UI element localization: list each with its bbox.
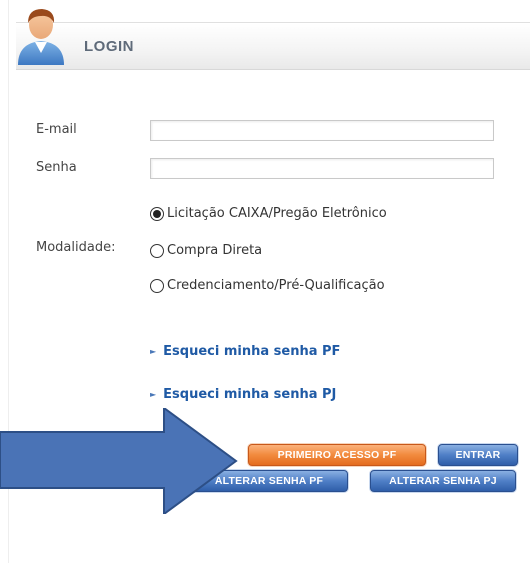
radio-button[interactable]: [150, 243, 164, 258]
forgot-password-pf-label: Esqueci minha senha PF: [163, 344, 341, 359]
forgot-password-pf-link[interactable]: ► Esqueci minha senha PF: [150, 344, 340, 359]
radio-option-credenciamento[interactable]: Credenciamento/Pré-Qualificação: [150, 278, 385, 293]
primeiro-acesso-button[interactable]: PRIMEIRO ACESSO PF: [248, 444, 426, 466]
email-field[interactable]: [150, 120, 494, 141]
modalidade-label: Modalidade:: [36, 240, 116, 255]
bullet-icon: ►: [150, 347, 157, 356]
alterar-senha-pj-button[interactable]: ALTERAR SENHA PJ: [370, 470, 516, 492]
radio-button-checked[interactable]: [150, 206, 164, 221]
radio-option-compra-direta[interactable]: Compra Direta: [150, 243, 262, 258]
senha-field[interactable]: [150, 158, 494, 179]
login-title: LOGIN: [84, 38, 134, 55]
radio-label-licitacao: Licitação CAIXA/Pregão Eletrônico: [167, 206, 387, 221]
radio-label-credenciamento: Credenciamento/Pré-Qualificação: [167, 278, 385, 293]
user-avatar-icon: [18, 9, 64, 65]
forgot-password-pj-link[interactable]: ► Esqueci minha senha PJ: [150, 387, 336, 402]
email-label: E-mail: [36, 122, 77, 137]
entrar-button[interactable]: ENTRAR: [438, 444, 518, 466]
radio-label-compra-direta: Compra Direta: [167, 243, 263, 258]
radio-option-licitacao[interactable]: Licitação CAIXA/Pregão Eletrônico: [150, 206, 387, 221]
right-arrow-icon: [0, 408, 238, 514]
radio-button[interactable]: [150, 278, 164, 293]
forgot-password-pj-label: Esqueci minha senha PJ: [163, 387, 337, 402]
bullet-icon: ►: [150, 390, 157, 399]
senha-label: Senha: [36, 160, 77, 175]
